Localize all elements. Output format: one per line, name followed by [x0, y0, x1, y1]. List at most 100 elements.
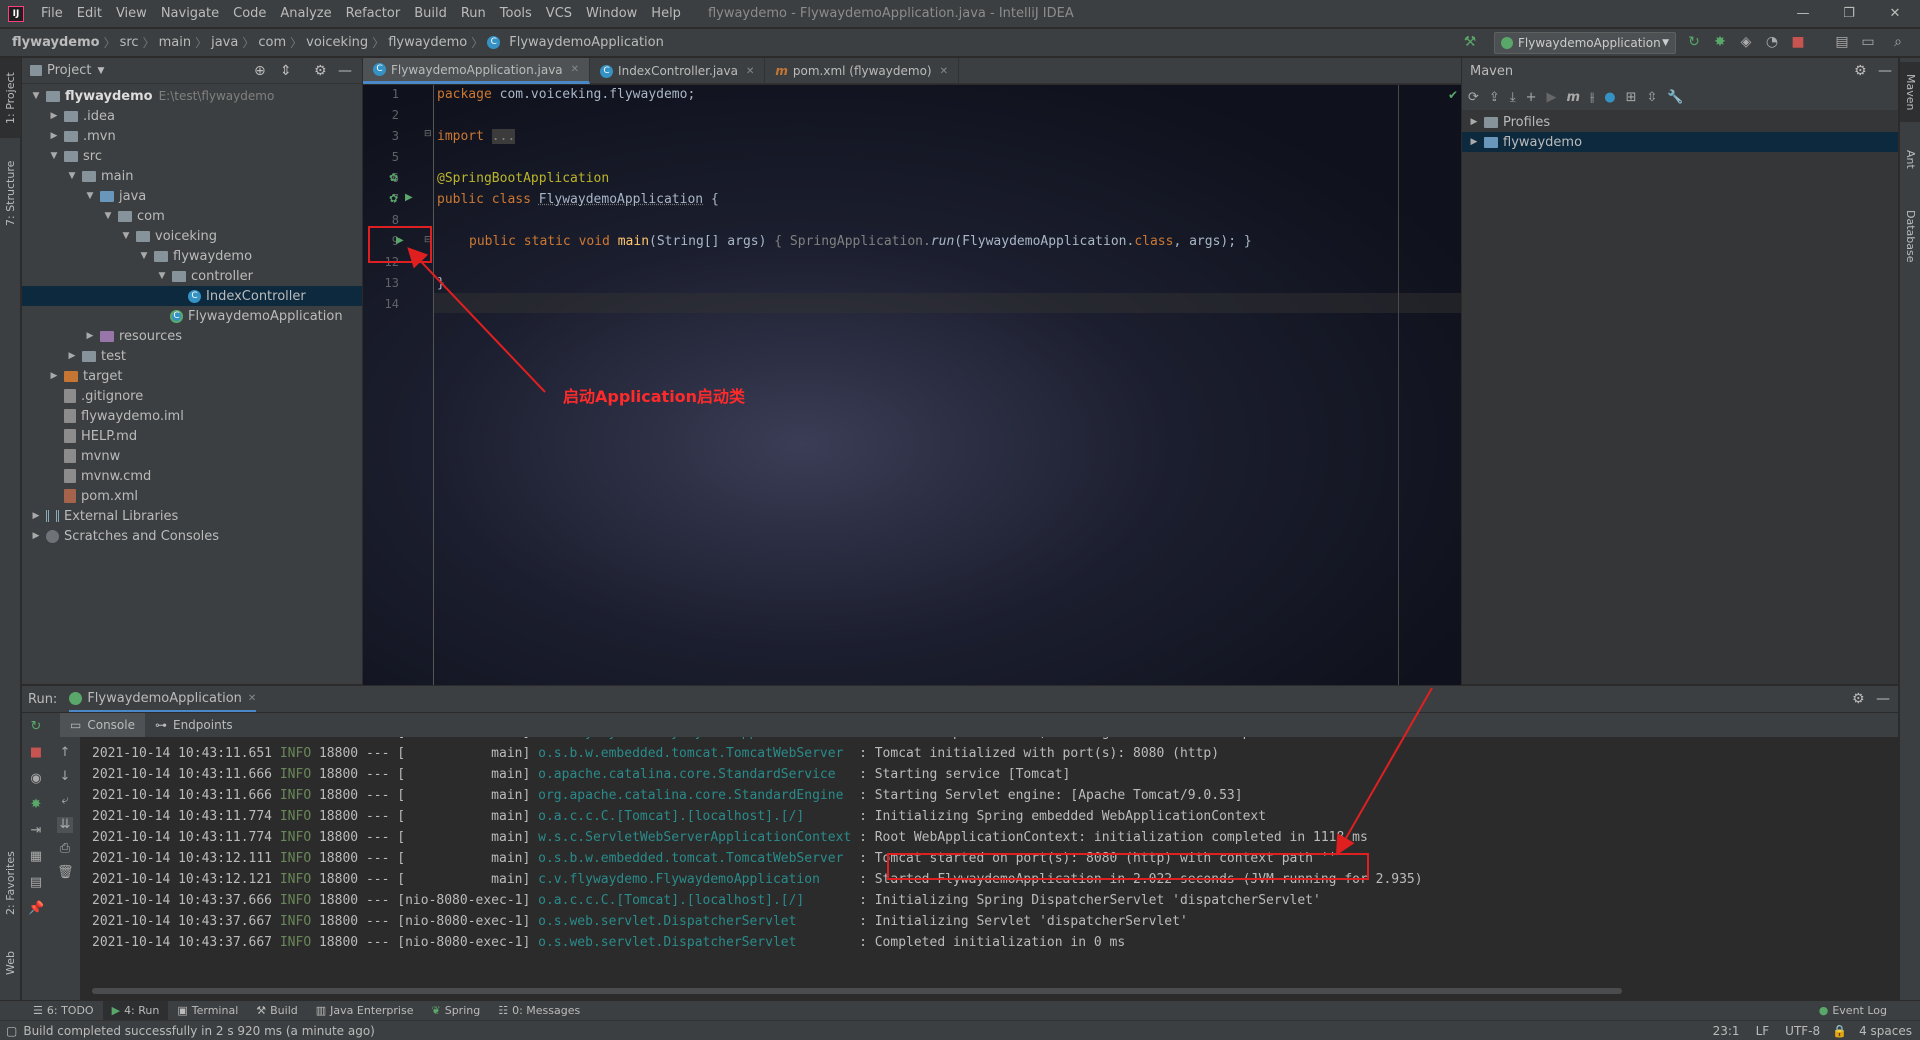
minimize-button[interactable]: —: [1780, 0, 1826, 28]
layout-icon[interactable]: ▦: [28, 849, 44, 865]
tree-item[interactable]: flywaydemo.iml: [22, 406, 362, 426]
breadcrumb-project[interactable]: flywaydemo: [8, 35, 104, 50]
project-panel-title[interactable]: Project: [47, 63, 91, 78]
tab-flywaydemo-application[interactable]: C FlywaydemoApplication.java ✕: [363, 58, 591, 84]
coverage-icon[interactable]: ◈: [1738, 34, 1754, 50]
tool-messages[interactable]: ☷ 0: Messages: [489, 1004, 589, 1017]
tool-spring[interactable]: ❦ Spring: [423, 1004, 490, 1017]
soft-wrap-icon[interactable]: ⤶: [57, 793, 73, 809]
line-separator[interactable]: LF: [1748, 1024, 1778, 1038]
spring-bean-gutter-icon[interactable]: ✿: [389, 171, 398, 184]
tool-run[interactable]: ▶ 4: Run: [102, 1000, 169, 1021]
tab-index-controller[interactable]: C IndexController.java ✕: [590, 58, 766, 84]
breadcrumb-java[interactable]: java: [207, 35, 242, 50]
tree-item[interactable]: ▼ voiceking: [22, 226, 362, 246]
layout-icon[interactable]: ▭: [1860, 34, 1876, 50]
tree-item[interactable]: ▶ resources: [22, 326, 362, 346]
tree-item[interactable]: pom.xml: [22, 486, 362, 506]
menu-window[interactable]: Window: [579, 0, 644, 28]
restore-button[interactable]: ❐: [1826, 0, 1872, 28]
build-hammer-icon[interactable]: ⚒: [1462, 34, 1478, 50]
menu-run[interactable]: Run: [454, 0, 493, 28]
restore-layout-icon[interactable]: ▤: [28, 875, 44, 891]
gear-icon[interactable]: ⚙: [1852, 691, 1865, 707]
toggle-offline-icon[interactable]: ⫲: [1590, 90, 1594, 105]
up-arrow-icon[interactable]: ↑: [57, 745, 73, 761]
inspection-ok-icon[interactable]: ✔: [1448, 88, 1458, 102]
rerun-icon[interactable]: ↻: [28, 719, 44, 735]
tab-favorites-vertical[interactable]: 2: Favorites: [0, 838, 21, 928]
tree-item[interactable]: ▼ main: [22, 166, 362, 186]
fold-icon[interactable]: ⊟: [424, 129, 432, 139]
hide-panel-icon[interactable]: —: [1878, 63, 1892, 79]
spring-bean-gutter-icon[interactable]: ✿: [389, 192, 398, 205]
tree-item[interactable]: ▼ flywaydemo: [22, 246, 362, 266]
tool-event-log[interactable]: ● Event Log: [1810, 1004, 1896, 1017]
indent-setting[interactable]: 4 spaces: [1851, 1024, 1920, 1038]
tree-item[interactable]: ▼ java: [22, 186, 362, 206]
breadcrumb-voiceking[interactable]: voiceking: [302, 35, 372, 50]
tree-item[interactable]: ▼ com: [22, 206, 362, 226]
gear-icon[interactable]: ⚙: [1854, 63, 1867, 79]
rerun-icon[interactable]: ↻: [1686, 34, 1702, 50]
tab-endpoints[interactable]: ⊶ Endpoints: [145, 718, 243, 732]
horizontal-scrollbar[interactable]: [92, 988, 1622, 994]
tree-item[interactable]: ▶ test: [22, 346, 362, 366]
collapse-icon[interactable]: ⇕: [280, 63, 292, 79]
tool-build[interactable]: ⚒ Build: [247, 1004, 307, 1017]
close-tab-icon[interactable]: ✕: [571, 64, 579, 75]
close-window-button[interactable]: ✕: [1872, 0, 1918, 28]
close-tab-icon[interactable]: ✕: [940, 66, 948, 77]
tree-item-selected[interactable]: C IndexController: [22, 286, 362, 306]
breadcrumb-flywaydemo[interactable]: flywaydemo: [384, 35, 471, 50]
stop-icon[interactable]: ■: [28, 745, 44, 761]
tree-item[interactable]: ▶ target: [22, 366, 362, 386]
tab-project-vertical[interactable]: 1: Project: [0, 58, 21, 138]
menu-edit[interactable]: Edit: [70, 0, 109, 28]
reload-icon[interactable]: ⟳: [1468, 90, 1479, 105]
collapse-all-icon[interactable]: ⇳: [1646, 90, 1657, 105]
hide-panel-icon[interactable]: —: [1876, 691, 1890, 707]
wrench-icon[interactable]: 🔧: [1667, 90, 1683, 105]
tree-item[interactable]: ▶ External Libraries: [22, 506, 362, 526]
tab-pom-xml[interactable]: m pom.xml (flywaydemo) ✕: [765, 58, 959, 84]
gear-icon[interactable]: ⚙: [314, 63, 327, 79]
breadcrumb-class[interactable]: FlywaydemoApplication: [505, 35, 668, 50]
run-gutter-icon[interactable]: ▶: [405, 192, 413, 203]
skip-tests-icon[interactable]: ●: [1604, 90, 1615, 105]
generate-sources-icon[interactable]: ⇪: [1489, 90, 1500, 105]
expand-arrow-icon[interactable]: ▶: [1468, 137, 1480, 147]
add-icon[interactable]: +: [1526, 90, 1537, 105]
tree-item[interactable]: ▼ src: [22, 146, 362, 166]
debug-icon[interactable]: ✸: [28, 797, 44, 813]
tree-item[interactable]: mvnw: [22, 446, 362, 466]
maven-item-profiles[interactable]: ▶ Profiles: [1462, 112, 1898, 132]
project-structure-icon[interactable]: ▤: [1834, 34, 1850, 50]
scroll-to-end-icon[interactable]: ⇊: [57, 817, 73, 833]
tree-item[interactable]: .gitignore: [22, 386, 362, 406]
run-icon[interactable]: ▶: [1546, 90, 1556, 105]
run-tab[interactable]: FlywaydemoApplication ✕: [69, 686, 257, 712]
show-dependencies-icon[interactable]: ⊞: [1626, 90, 1637, 105]
search-icon[interactable]: ⌕: [1890, 34, 1906, 50]
hide-panel-icon[interactable]: —: [338, 63, 352, 79]
tab-web-vertical[interactable]: Web: [0, 938, 21, 988]
tool-java-enterprise[interactable]: ▥ Java Enterprise: [307, 1004, 423, 1017]
tree-root[interactable]: ▼ flywaydemo E:\test\flywaydemo: [22, 86, 362, 106]
tab-console[interactable]: ▭ Console: [60, 713, 145, 737]
tree-item[interactable]: ▶ .mvn: [22, 126, 362, 146]
close-tab-icon[interactable]: ✕: [248, 693, 256, 704]
pin-icon[interactable]: 📌: [28, 901, 44, 917]
tab-database-vertical[interactable]: Database: [1900, 196, 1920, 276]
tool-todo[interactable]: ☰ 6: TODO: [24, 1004, 103, 1017]
status-square-icon[interactable]: ▢: [6, 1024, 17, 1038]
expand-arrow-icon[interactable]: ▼: [30, 91, 42, 101]
tool-terminal[interactable]: ▣ Terminal: [168, 1004, 247, 1017]
menu-vcs[interactable]: VCS: [539, 0, 579, 28]
tab-ant-vertical[interactable]: Ant: [1900, 134, 1920, 184]
tab-structure-vertical[interactable]: 7: Structure: [0, 148, 21, 238]
locate-icon[interactable]: ⊕: [254, 63, 266, 79]
print-icon[interactable]: ⎙: [57, 841, 73, 857]
down-arrow-icon[interactable]: ↓: [57, 769, 73, 785]
breadcrumb-com[interactable]: com: [254, 35, 290, 50]
